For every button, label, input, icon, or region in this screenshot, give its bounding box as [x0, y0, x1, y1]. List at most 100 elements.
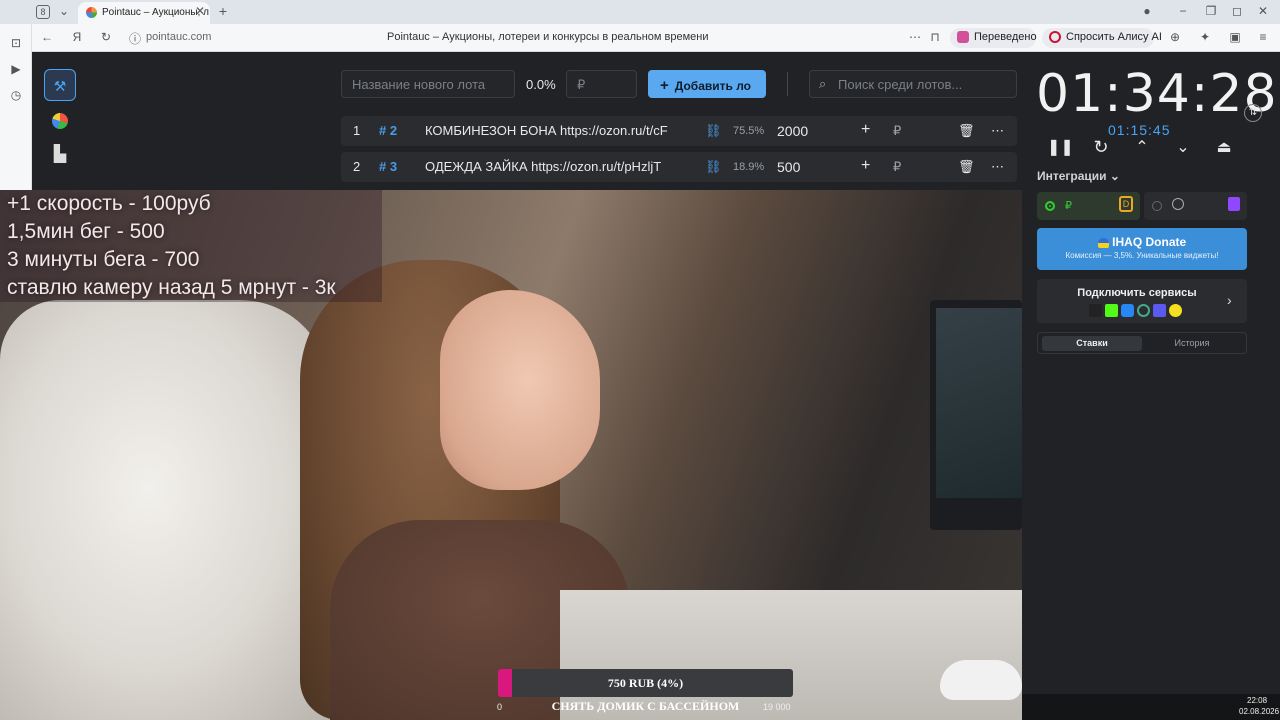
back-icon[interactable]: ←	[40, 30, 54, 44]
goal-max: 19 000	[763, 702, 791, 712]
lot-name[interactable]: ОДЕЖДА ЗАЙКА https://ozon.ru/t/pHzljT	[425, 159, 687, 174]
tab-bets[interactable]: Ставки	[1042, 336, 1142, 351]
lot-amount[interactable]: 500	[777, 159, 800, 175]
radio-off-icon	[1152, 201, 1162, 211]
timer-secondary: 01:15:45	[1108, 122, 1171, 138]
yandex-icon[interactable]: Я	[70, 30, 84, 44]
amount-input[interactable]: ₽	[566, 70, 637, 98]
restore-icon[interactable]: ❐	[1204, 4, 1218, 18]
chevron-up-icon[interactable]: ⌃	[1129, 137, 1155, 161]
lot-percent: 75.5%	[733, 125, 765, 137]
delete-icon[interactable]: 🗑	[958, 123, 975, 139]
auction-tool-icon[interactable]: ⚒	[44, 69, 76, 101]
clock-date: 02.08.2026	[1239, 707, 1280, 716]
donate-banner[interactable]: IHAQ Donate Комиссия — 3,5%. Уникальные …	[1037, 228, 1247, 270]
chevron-down-icon[interactable]: ⌄	[1170, 137, 1196, 161]
toolbar-divider	[787, 72, 788, 96]
search-input[interactable]: ⌕ Поиск среди лотов...	[809, 70, 1017, 98]
tab-history[interactable]: История	[1142, 336, 1242, 351]
percent-label: 0.0%	[526, 77, 556, 92]
media-icon[interactable]: ▶	[9, 62, 23, 76]
chevron-down-icon[interactable]: ⌄	[58, 4, 70, 18]
more-icon[interactable]: ⋯	[908, 30, 922, 44]
overlay-line: 1,5мин бег - 500	[7, 220, 165, 243]
donate-subtitle: Комиссия — 3,5%. Уникальные виджеты!	[1065, 251, 1219, 260]
wheel-tool-icon[interactable]	[44, 104, 76, 136]
site-info-icon[interactable]: ⓘ	[128, 30, 142, 47]
collections-icon[interactable]: ▣	[1228, 30, 1242, 44]
more-options-icon[interactable]: ⋯	[991, 123, 1004, 139]
reload-icon[interactable]: ↻	[99, 30, 113, 44]
connect-services[interactable]: Подключить сервисы ›	[1037, 279, 1247, 323]
maximize-icon[interactable]: ◻	[1230, 4, 1244, 18]
new-tab-icon[interactable]: +	[216, 3, 230, 19]
integrations-toggle[interactable]: Интеграции ⌄	[1037, 169, 1120, 183]
more-options-icon[interactable]: ⋯	[991, 159, 1004, 175]
reset-icon[interactable]: ↻	[1088, 137, 1114, 161]
overlay-line: +1 скорость - 100руб	[7, 192, 211, 215]
currency-icon: ₽	[893, 123, 902, 138]
new-lot-input[interactable]: Название нового лота	[341, 70, 515, 98]
tab-title: Pointauc – Аукционы, л	[102, 7, 209, 18]
extensions-icon[interactable]: ✦	[1198, 30, 1212, 44]
translate-icon	[957, 31, 969, 43]
close-window-icon[interactable]: ✕	[1256, 4, 1270, 18]
screenshot-icon[interactable]: ⊡	[9, 36, 23, 50]
x-icon	[1153, 304, 1166, 317]
close-tab-icon[interactable]: ✕	[194, 4, 206, 18]
address-bar: ← Я ↻ ⓘ pointauc.com Pointauc – Аукционы…	[32, 24, 1280, 52]
bookmark-icon[interactable]: ⊓	[928, 30, 942, 44]
overlay-line: ставлю камеру назад 5 мрнут - 3к	[7, 276, 336, 299]
service-icons	[1089, 304, 1182, 317]
link-icon[interactable]: ⛓	[705, 123, 722, 139]
browser-tab[interactable]: Pointauc – Аукционы, л	[78, 2, 210, 24]
globe-icon[interactable]: ⊕	[1168, 30, 1182, 44]
alice-icon	[1049, 31, 1061, 43]
lot-id: # 3	[379, 159, 398, 174]
lot-row[interactable]: 1 # 2 КОМБИНЕЗОН БОНА https://ozon.ru/t/…	[341, 116, 1017, 146]
delete-icon[interactable]: 🗑	[958, 159, 975, 175]
history-icon[interactable]: ◷	[9, 88, 23, 102]
page-title: Pointauc – Аукционы, лотереи и конкурсы …	[387, 31, 709, 43]
favicon-icon	[86, 7, 97, 18]
lot-index: 2	[353, 159, 361, 174]
lot-row[interactable]: 2 # 3 ОДЕЖДА ЗАЙКА https://ozon.ru/t/pHz…	[341, 152, 1017, 182]
currency-icon: ₽	[893, 159, 902, 174]
translated-button[interactable]: Переведено	[950, 28, 1037, 48]
integration-card-donate[interactable]: ₽ D	[1037, 192, 1140, 220]
integration-card-twitch[interactable]	[1144, 192, 1247, 220]
chevron-down-icon: ⌄	[1109, 169, 1120, 183]
goal-title: СНЯТЬ ДОМИК С БАССЕЙНОМ	[551, 699, 740, 713]
lot-amount[interactable]: 2000	[777, 123, 808, 139]
tab-counter[interactable]: 8	[36, 5, 50, 19]
stats-tool-icon[interactable]: ▙	[44, 139, 76, 171]
link-chain-icon	[1137, 304, 1150, 317]
overlay-line: 3 минуты бега - 700	[7, 248, 200, 271]
search-icon: ⌕	[819, 76, 827, 91]
swap-icon[interactable]: ⇅	[1244, 104, 1262, 122]
collapse-icon[interactable]: ⏏	[1211, 137, 1237, 161]
add-amount-icon[interactable]: +	[861, 121, 870, 139]
clock-time: 22:08	[1247, 696, 1268, 705]
monitor-screen	[936, 308, 1022, 498]
ruble-icon: ₽	[1065, 200, 1072, 212]
person-face	[440, 290, 600, 490]
pause-icon[interactable]: ❚❚	[1047, 137, 1074, 161]
profile-icon[interactable]: ●	[1140, 4, 1154, 18]
ask-alice-button[interactable]: Спросить Алису AI	[1042, 28, 1162, 48]
add-amount-icon[interactable]: +	[861, 157, 870, 175]
lot-name[interactable]: КОМБИНЕЗОН БОНА https://ozon.ru/t/cF	[425, 123, 687, 138]
menu-icon[interactable]: ≡	[1256, 30, 1270, 44]
da-icon	[1089, 304, 1102, 317]
url-field[interactable]: pointauc.com	[146, 31, 211, 43]
lot-index: 1	[353, 123, 361, 138]
add-lot-button[interactable]: + Добавить ло	[648, 70, 766, 98]
goal-progress-bar: 750 RUB (4%)	[498, 669, 793, 697]
kick-icon	[1105, 304, 1118, 317]
minimize-icon[interactable]: −	[1176, 4, 1190, 18]
lot-id: # 2	[379, 123, 398, 138]
ukraine-heart-icon	[1097, 237, 1109, 248]
bird-icon	[1169, 304, 1182, 317]
goal-amount: 750 RUB (4%)	[607, 676, 684, 690]
link-icon[interactable]: ⛓	[705, 159, 722, 175]
